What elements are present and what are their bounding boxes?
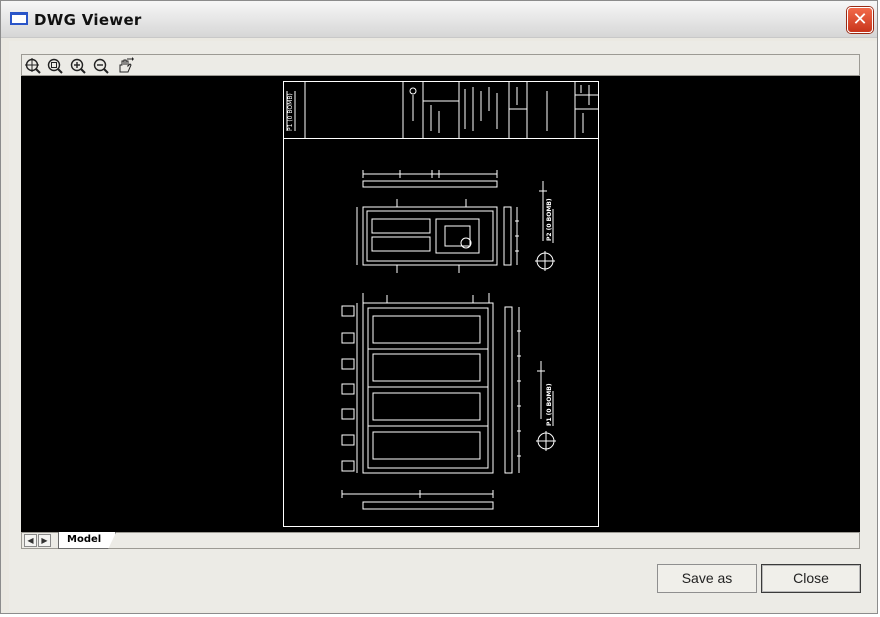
tab-prev-icon[interactable]: ◀ [24, 534, 37, 547]
drawing-canvas[interactable]: P1 (0 BOMB) P2 (0 BOMB) P1 (0 BOMB) [21, 76, 860, 532]
pan-icon[interactable] [116, 57, 134, 75]
title-bar[interactable]: DWG Viewer ✕ [1, 1, 877, 38]
lower-elevation-label: P1 (0 BOMB) [546, 383, 553, 426]
zoom-in-icon[interactable] [69, 57, 87, 75]
viewer-toolbar [21, 54, 860, 76]
upper-elevation-label: P2 (0 BOMB) [546, 198, 553, 241]
zoom-window-icon[interactable] [24, 57, 42, 75]
close-window-icon[interactable]: ✕ [847, 7, 873, 33]
title-block-label: P1 (0 BOMB) [287, 93, 294, 131]
layout-tab-bar: ◀ ▶ Model [21, 532, 860, 549]
tab-next-icon[interactable]: ▶ [38, 534, 51, 547]
zoom-out-icon[interactable] [92, 57, 110, 75]
close-button[interactable]: Close [761, 564, 861, 593]
window-icon [10, 12, 28, 25]
save-as-button[interactable]: Save as [657, 564, 757, 593]
drawing-sheet: P1 (0 BOMB) P2 (0 BOMB) P1 (0 BOMB) [283, 81, 599, 527]
zoom-extents-icon[interactable] [46, 57, 64, 75]
window-title: DWG Viewer [34, 11, 142, 29]
tab-model[interactable]: Model [58, 532, 116, 549]
